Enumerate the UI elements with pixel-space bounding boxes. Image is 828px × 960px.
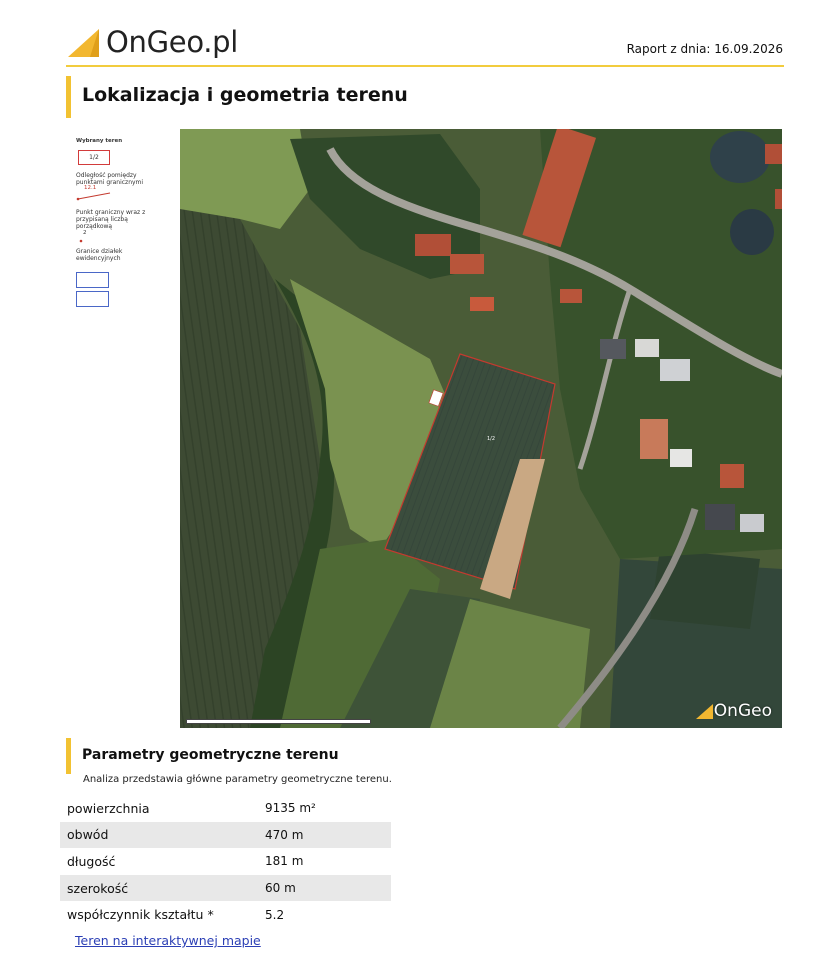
table-row: powierzchnia 9135 m² <box>60 795 391 822</box>
legend-selected-label: 1/2 <box>89 154 99 161</box>
param-label: obwód <box>67 827 109 843</box>
legend-point-title: Punkt graniczny wraz z przypisaną liczbą… <box>76 209 146 230</box>
aerial-image: 1/2 <box>180 129 782 728</box>
legend-distance-value: 12.1 <box>84 185 97 191</box>
param-label: długość <box>67 853 116 869</box>
section-title-params: Parametry geometryczne terenu <box>82 747 339 763</box>
map-scale-bar <box>186 719 371 724</box>
param-value: 470 m <box>265 827 304 842</box>
table-row: szerokość 60 m <box>60 874 391 902</box>
brand-name: OnGeo.pl <box>106 25 239 59</box>
section-accent-bar <box>66 76 71 118</box>
legend-distance-title: Odległość pomiędzy punktami granicznymi <box>76 172 144 186</box>
interactive-map-link[interactable]: Teren na interaktywnej mapie <box>75 933 261 948</box>
param-value: 181 m <box>265 854 304 869</box>
legend-parcels-title: Granice działek ewidencyjnych <box>76 248 123 262</box>
report-date: Raport z dnia: 16.09.2026 <box>626 42 783 56</box>
map-watermark-text: OnGeo <box>713 701 772 721</box>
param-value: 60 m <box>265 881 296 896</box>
param-label: szerokość <box>67 880 129 896</box>
legend-selected-title: Wybrany teren <box>76 138 123 144</box>
params-table: powierzchnia 9135 m² obwód 470 m długość… <box>60 795 391 928</box>
legend-point-number: 2 <box>83 230 87 236</box>
map-parcel-label: 1/2 <box>487 436 495 442</box>
param-value: 5.2 <box>265 907 285 922</box>
map-legend: Wybrany teren 1/2 Odległość pomiędzy pun… <box>76 138 154 307</box>
map-watermark: OnGeo <box>695 701 772 721</box>
watermark-logo-icon <box>695 704 713 719</box>
legend-distance-swatch: 12.1 <box>76 185 154 202</box>
legend-parcels-swatch-2 <box>76 291 109 307</box>
table-row: długość 181 m <box>60 848 391 875</box>
param-value: 9135 m² <box>265 801 316 816</box>
section-title-location: Lokalizacja i geometria terenu <box>82 84 408 106</box>
param-label: współczynnik kształtu * <box>67 907 214 923</box>
table-row: obwód 470 m <box>60 821 391 849</box>
logo-triangle-icon <box>68 29 99 57</box>
legend-selected-swatch: 1/2 <box>78 150 110 165</box>
legend-point-swatch: 2 <box>76 230 154 244</box>
section-accent-bar-params <box>66 738 71 774</box>
aerial-map[interactable]: 1/2 OnGeo <box>180 129 782 728</box>
header-divider <box>66 65 784 67</box>
table-row: współczynnik kształtu * 5.2 <box>60 901 391 928</box>
param-label: powierzchnia <box>67 800 150 816</box>
ongeo-logo: OnGeo.pl <box>68 24 238 60</box>
legend-parcels-swatch-1 <box>76 272 109 288</box>
params-description: Analiza przedstawia główne parametry geo… <box>83 774 392 785</box>
